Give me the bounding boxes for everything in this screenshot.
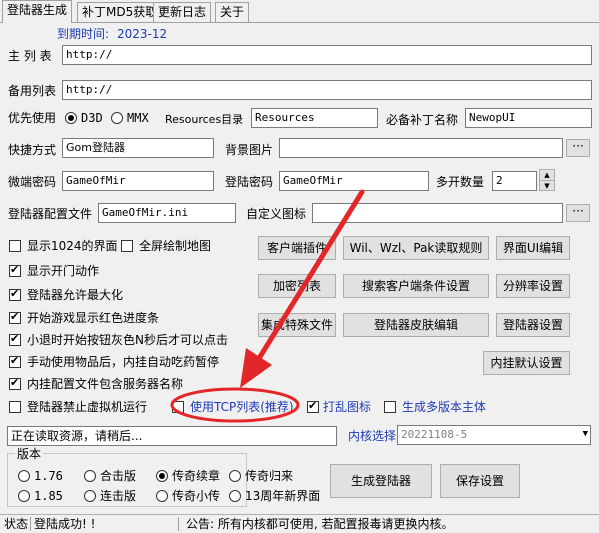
version-radio-xuzhang[interactable]	[156, 470, 168, 482]
highlight-ellipse	[170, 387, 300, 423]
status-separator	[178, 517, 179, 531]
version-radio-lianji[interactable]	[84, 490, 96, 502]
annotation-arrow-line	[255, 189, 365, 363]
version-radio-185[interactable]	[18, 490, 30, 502]
version-radio-guilai-label: 传奇归来	[245, 469, 294, 483]
loading-status-field: 正在读取资源，请稍后...	[7, 426, 337, 446]
version-radio-13th[interactable]	[229, 490, 241, 502]
kernel-select[interactable]: 20221108-5 ▼	[397, 425, 591, 445]
tab-launcher-gen[interactable]: 登陆器生成	[2, 0, 73, 23]
kernel-select-value: 20221108-5	[401, 428, 468, 441]
status-label: 状态	[4, 517, 29, 531]
version-radio-176[interactable]	[18, 470, 30, 482]
status-message: 登陆成功! !	[34, 517, 96, 531]
chevron-down-icon[interactable]: ▼	[583, 426, 588, 442]
version-radio-xiaozhuan[interactable]	[156, 490, 168, 502]
version-group-title: 版本	[15, 446, 44, 462]
kernel-label: 内核选择	[348, 429, 397, 443]
version-radio-185-label: 1.85	[34, 489, 63, 503]
generate-launcher-button[interactable]: 生成登陆器	[330, 464, 432, 498]
version-radio-heji-label: 合击版	[100, 469, 137, 483]
version-radio-13th-label: 13周年新界面	[245, 489, 321, 503]
status-separator	[30, 517, 31, 531]
version-radio-xuzhang-label: 传奇续章	[172, 469, 221, 483]
version-radio-heji[interactable]	[84, 470, 96, 482]
version-radio-176-label: 1.76	[34, 469, 63, 483]
status-bar: 状态 登陆成功! ! 公告: 所有内核都可使用, 若配置报毒请更换内核。	[0, 514, 599, 533]
version-radio-lianji-label: 连击版	[100, 489, 137, 503]
save-settings-button[interactable]: 保存设置	[440, 464, 520, 498]
annotation-arrow-head	[240, 348, 272, 388]
version-radio-xiaozhuan-label: 传奇小传	[172, 489, 221, 503]
version-radio-guilai[interactable]	[229, 470, 241, 482]
status-notice: 公告: 所有内核都可使用, 若配置报毒请更换内核。	[186, 517, 454, 531]
